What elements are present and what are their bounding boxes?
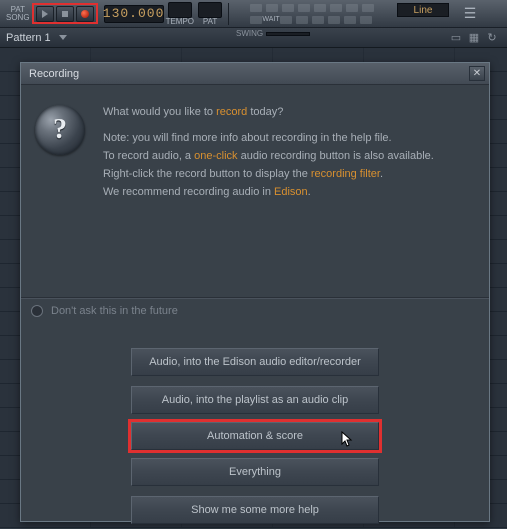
opt1-icon[interactable]: [249, 15, 263, 25]
swing-slider[interactable]: [266, 32, 310, 36]
stop-icon: [62, 11, 68, 17]
opt8-icon[interactable]: [359, 15, 373, 25]
keyboard-icon[interactable]: ▦: [465, 30, 483, 46]
play-icon: [42, 10, 48, 18]
dialog-title: Recording: [29, 68, 469, 80]
dialog-titlebar[interactable]: Recording ✕: [21, 63, 489, 85]
record-button[interactable]: [76, 6, 94, 22]
pattern-bar: Pattern 1 SWING ▭ ▦ ↻: [0, 28, 507, 48]
tempo-display[interactable]: 130.000: [104, 5, 164, 23]
tool-a-icon[interactable]: [345, 3, 359, 13]
step-icon[interactable]: [329, 3, 343, 13]
pattern-number-display[interactable]: [168, 2, 192, 18]
dont-ask-row[interactable]: Don't ask this in the future: [31, 305, 178, 317]
graph-icon[interactable]: ▭: [447, 30, 465, 46]
main-toolbar: PAT SONG 130.000 TEMPO PAT WAIT: [0, 0, 507, 28]
swing-control[interactable]: SWING: [236, 29, 310, 38]
pat-song-toggle[interactable]: PAT SONG: [6, 2, 30, 26]
pattern-selector[interactable]: Pattern 1: [6, 32, 51, 44]
recording-dialog: Recording ✕ ? What would you like to rec…: [20, 62, 490, 522]
play-button[interactable]: [36, 6, 54, 22]
loop-icon[interactable]: [313, 3, 327, 13]
toolbar-options: WAIT: [248, 0, 376, 28]
opt6-icon[interactable]: [327, 15, 341, 25]
opt7-icon[interactable]: [343, 15, 357, 25]
tool-b-icon[interactable]: [361, 3, 375, 13]
dialog-info-text: What would you like to record today? Not…: [103, 103, 434, 209]
option-audio-playlist-button[interactable]: Audio, into the playlist as an audio cli…: [131, 386, 379, 414]
radio-icon[interactable]: [31, 305, 43, 317]
option-more-help-button[interactable]: Show me some more help: [131, 496, 379, 524]
countdown-icon[interactable]: [281, 3, 295, 13]
question-icon: ?: [35, 105, 85, 155]
close-icon: ✕: [473, 69, 481, 79]
repeat-icon[interactable]: ↻: [483, 30, 501, 46]
opt5-icon[interactable]: [311, 15, 325, 25]
option-audio-edison-button[interactable]: Audio, into the Edison audio editor/reco…: [131, 348, 379, 376]
divider: [21, 297, 489, 298]
transport-highlight: [32, 3, 98, 24]
stop-button[interactable]: [56, 6, 74, 22]
chevron-down-icon: [59, 35, 67, 40]
cursor-pointer-icon: [338, 431, 354, 449]
opt4-icon[interactable]: [295, 15, 309, 25]
close-button[interactable]: ✕: [469, 66, 485, 81]
wait-icon[interactable]: [265, 3, 279, 13]
metronome-icon[interactable]: [249, 3, 263, 13]
option-everything-button[interactable]: Everything: [131, 458, 379, 486]
option-highlight: Automation & score: [128, 419, 382, 453]
opt3-icon[interactable]: [279, 15, 293, 25]
snap-select[interactable]: Line: [397, 3, 449, 17]
option-automation-score-button[interactable]: Automation & score: [131, 422, 379, 450]
magnet-icon[interactable]: ☰: [457, 3, 483, 23]
pat-display[interactable]: [198, 2, 222, 18]
record-icon: [81, 10, 89, 18]
overdub-icon[interactable]: [297, 3, 311, 13]
